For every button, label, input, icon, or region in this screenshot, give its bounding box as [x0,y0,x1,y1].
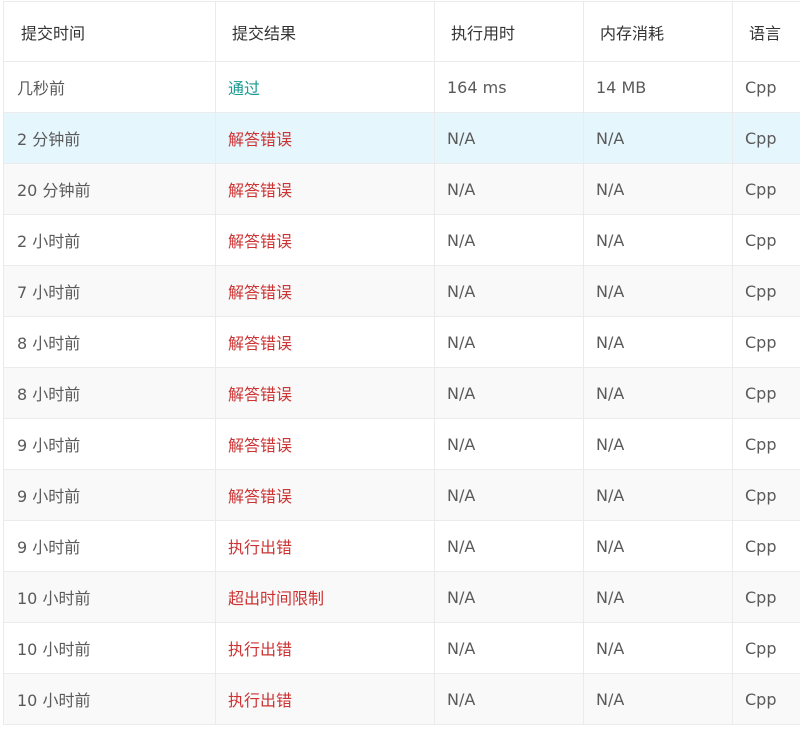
submit-result-link[interactable]: 超出时间限制 [228,585,324,609]
memory-value: N/A [584,113,733,163]
submit-result-link[interactable]: 执行出错 [228,534,292,558]
runtime-value: N/A [435,368,584,418]
language-value: Cpp [745,485,777,505]
submit-result-link[interactable]: 解答错误 [228,432,292,456]
memory-value: 14 MB [584,62,733,112]
table-row: 10 小时前 执行出错 N/A N/A Cpp [4,674,800,725]
submit-result-link[interactable]: 解答错误 [228,483,292,507]
table-row: 10 小时前 超出时间限制 N/A N/A Cpp [4,572,800,623]
memory-value: N/A [584,521,733,571]
submit-time: 2 小时前 [4,215,216,265]
language-value: Cpp [745,230,777,250]
column-header-submit-result: 提交结果 [216,2,435,61]
memory-value: N/A [584,368,733,418]
table-row: 9 小时前 解答错误 N/A N/A Cpp [4,470,800,521]
table-row: 7 小时前 解答错误 N/A N/A Cpp [4,266,800,317]
table-row: 9 小时前 解答错误 N/A N/A Cpp [4,419,800,470]
submit-result-link[interactable]: 通过 [228,75,260,99]
submissions-table: 提交时间 提交结果 执行用时 内存消耗 语言 几秒前 通过 164 ms 14 … [3,1,800,725]
runtime-value: N/A [435,266,584,316]
memory-value: N/A [584,572,733,622]
language-value: Cpp [745,638,777,658]
runtime-value: N/A [435,521,584,571]
language-value: Cpp [745,128,777,148]
submit-time: 几秒前 [4,62,216,112]
language-value: Cpp [745,434,777,454]
language-value: Cpp [745,689,777,709]
memory-value: N/A [584,674,733,724]
table-row: 9 小时前 执行出错 N/A N/A Cpp [4,521,800,572]
runtime-value: N/A [435,674,584,724]
submit-result-link[interactable]: 执行出错 [228,636,292,660]
language-value: Cpp [745,179,777,199]
submit-time: 9 小时前 [4,419,216,469]
submit-result-link[interactable]: 执行出错 [228,687,292,711]
memory-value: N/A [584,164,733,214]
language-value: Cpp [745,383,777,403]
submit-time: 20 分钟前 [4,164,216,214]
submit-result-link[interactable]: 解答错误 [228,177,292,201]
table-row: 8 小时前 解答错误 N/A N/A Cpp [4,368,800,419]
runtime-value: 164 ms [435,62,584,112]
language-value: Cpp [745,587,777,607]
submit-result-link[interactable]: 解答错误 [228,381,292,405]
memory-value: N/A [584,266,733,316]
table-row: 几秒前 通过 164 ms 14 MB Cpp [4,62,800,113]
memory-value: N/A [584,317,733,367]
column-header-submit-time: 提交时间 [4,2,216,61]
column-header-runtime: 执行用时 [435,2,584,61]
runtime-value: N/A [435,317,584,367]
table-row: 20 分钟前 解答错误 N/A N/A Cpp [4,164,800,215]
table-row: 2 分钟前 解答错误 N/A N/A Cpp [4,113,800,164]
submit-result-link[interactable]: 解答错误 [228,279,292,303]
runtime-value: N/A [435,572,584,622]
memory-value: N/A [584,623,733,673]
submit-time: 10 小时前 [4,572,216,622]
runtime-value: N/A [435,215,584,265]
table-row: 2 小时前 解答错误 N/A N/A Cpp [4,215,800,266]
runtime-value: N/A [435,470,584,520]
runtime-value: N/A [435,113,584,163]
column-header-language: 语言 [749,23,782,43]
table-row: 10 小时前 执行出错 N/A N/A Cpp [4,623,800,674]
memory-value: N/A [584,215,733,265]
submit-time: 7 小时前 [4,266,216,316]
runtime-value: N/A [435,164,584,214]
memory-value: N/A [584,470,733,520]
submit-time: 8 小时前 [4,368,216,418]
language-value: Cpp [745,77,777,97]
runtime-value: N/A [435,419,584,469]
submit-result-link[interactable]: 解答错误 [228,126,292,150]
table-row: 8 小时前 解答错误 N/A N/A Cpp [4,317,800,368]
submit-time: 9 小时前 [4,470,216,520]
table-header-row: 提交时间 提交结果 执行用时 内存消耗 语言 [4,2,800,62]
submit-time: 2 分钟前 [4,113,216,163]
language-value: Cpp [745,281,777,301]
submit-time: 9 小时前 [4,521,216,571]
submit-result-link[interactable]: 解答错误 [228,330,292,354]
submit-time: 8 小时前 [4,317,216,367]
language-value: Cpp [745,536,777,556]
runtime-value: N/A [435,623,584,673]
submit-result-link[interactable]: 解答错误 [228,228,292,252]
column-header-memory: 内存消耗 [584,2,733,61]
memory-value: N/A [584,419,733,469]
submit-time: 10 小时前 [4,623,216,673]
language-value: Cpp [745,332,777,352]
submit-time: 10 小时前 [4,674,216,724]
